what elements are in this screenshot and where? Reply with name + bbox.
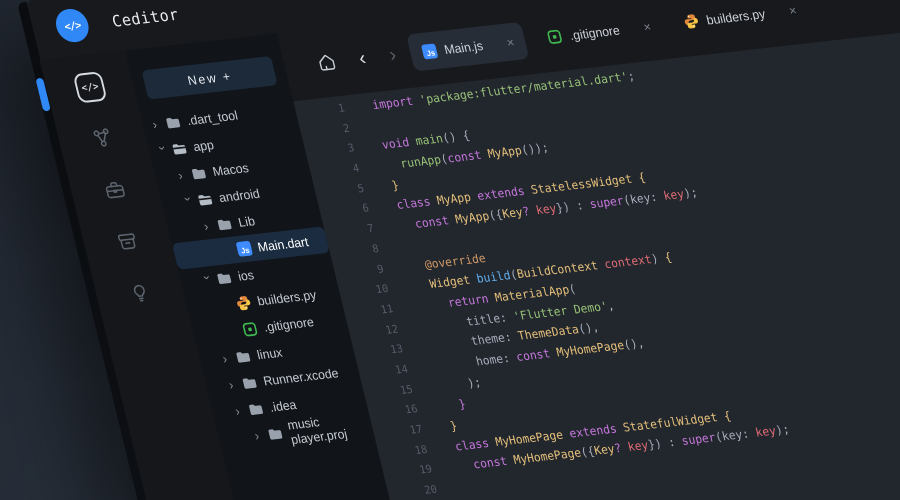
chevron-down-icon[interactable]: › [182,196,197,210]
python-icon [234,294,253,311]
code-icon: </> [63,18,82,32]
chevron-down-icon[interactable]: › [156,145,171,159]
python-icon [682,13,701,30]
folder-icon [164,114,183,131]
chevron-left-icon: ‹ [357,48,368,70]
tree-item-label: Lib [237,213,257,229]
folder-icon [189,165,208,182]
code-line-text: } [443,394,468,416]
tree-item-label: app [192,137,216,154]
chevron-spacer [229,330,241,331]
js-badge: Js [421,43,438,59]
window-body: </> [40,0,900,500]
folder-icon [247,400,266,417]
folder-open-icon [170,140,189,157]
tab-label: builders.py [705,6,767,27]
tab-builders-py[interactable]: builders.py × [668,0,811,42]
tree-item-label: builders.py [256,287,318,308]
code-line-text: } [448,416,460,437]
sidebar-item-ideas[interactable] [120,275,160,312]
new-file-button[interactable]: New + [141,56,277,100]
close-icon[interactable]: × [505,34,516,49]
tree-item-label: Runner.xcode [262,365,340,388]
code-line-text: } [390,175,402,196]
lightbulb-icon [126,280,154,306]
tab-gitignore[interactable]: .gitignore × [532,6,667,57]
tree-item-label: Macos [211,160,250,179]
tab-label: .gitignore [568,22,621,42]
code-line-text [375,116,380,136]
folder-icon [266,425,285,442]
app-title: Ceditor [110,4,180,30]
tree-item-label: android [217,186,261,205]
code-line-text [404,236,409,256]
code-icon: </> [73,71,108,103]
home-icon [314,51,340,75]
folder-icon [215,269,234,286]
folder-icon [234,348,253,365]
folder-open-icon [196,191,215,208]
git-icon [241,320,260,337]
tree-item-label: Main.dart [256,234,310,254]
tree-item-label: .gitignore [262,314,315,334]
folder-icon [240,374,259,391]
archive-box-icon [113,229,141,255]
chevron-down-icon[interactable]: › [201,275,216,289]
tree-item-label: linux [255,345,283,362]
sidebar-item-source-control[interactable] [83,120,123,157]
forward-button[interactable]: › [387,45,398,65]
tree-item-label: ios [236,267,255,283]
js-badge: Js [235,241,252,257]
tab-label: Main.js [443,38,485,57]
folder-icon [215,216,234,233]
close-icon[interactable]: × [642,19,653,34]
chevron-right-icon: › [387,44,398,66]
close-icon[interactable]: × [787,2,798,17]
briefcase-icon [101,177,129,203]
git-icon [545,28,564,45]
sidebar-item-packages[interactable] [108,223,148,260]
back-button[interactable]: ‹ [357,49,368,69]
sidebar-item-explorer[interactable]: </> [70,69,110,106]
chevron-spacer [223,304,235,305]
tree-item-label: .idea [268,397,298,415]
js-file-icon: Js [235,240,254,257]
sidebar-item-projects[interactable] [95,172,135,209]
code-line-text [463,477,468,497]
tab-main-js[interactable]: Js Main.js × [406,22,529,72]
desktop-background: </> Ceditor </> [0,0,900,500]
js-file-icon: Js [420,42,439,59]
git-branch-icon [89,126,117,152]
app-logo: </> [52,7,92,44]
tree-item-label: .dart_tool [185,108,239,128]
home-button[interactable] [314,51,340,75]
chevron-spacer [223,250,235,251]
app-window: </> Ceditor </> [25,0,900,500]
